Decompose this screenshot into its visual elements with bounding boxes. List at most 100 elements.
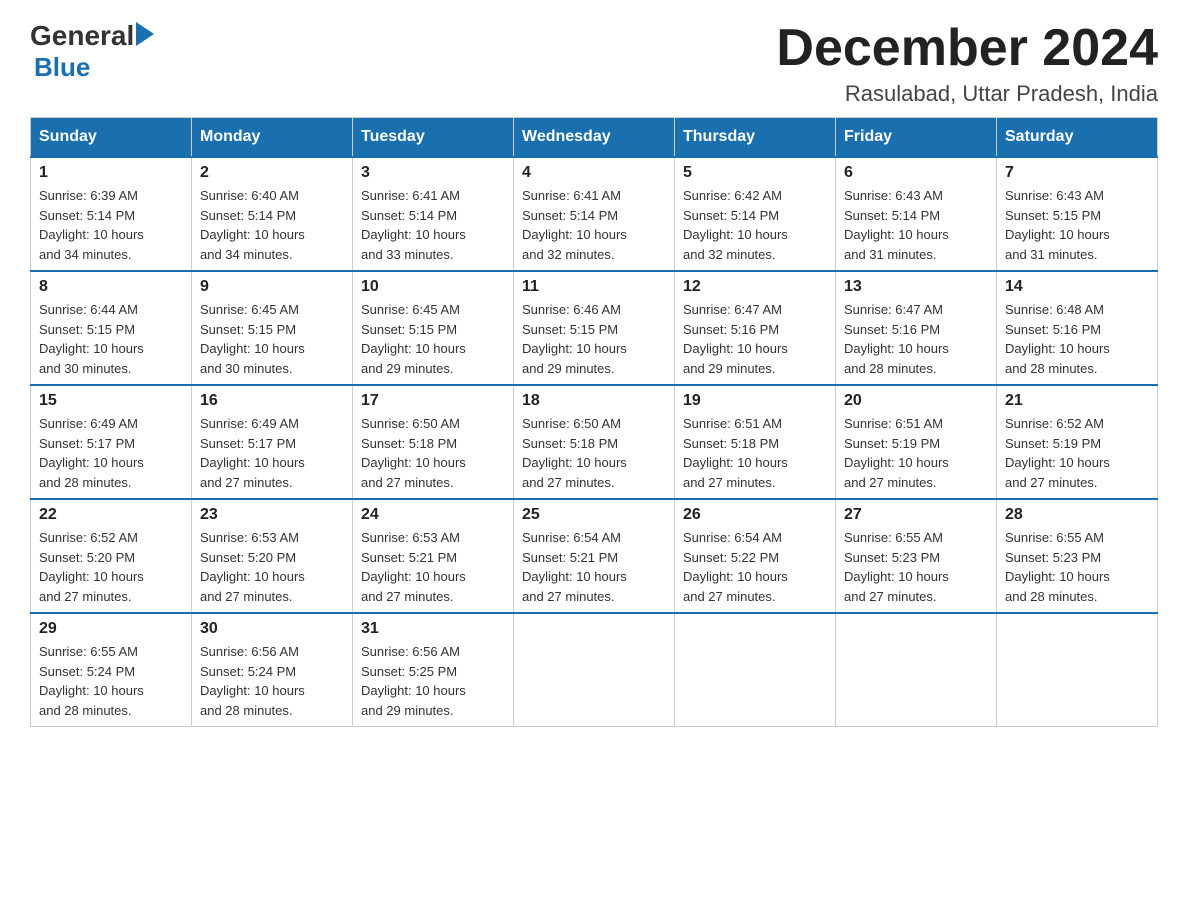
table-row: 2 Sunrise: 6:40 AM Sunset: 5:14 PM Dayli… xyxy=(192,157,353,271)
day-number: 14 xyxy=(1005,278,1149,296)
logo: General Blue xyxy=(30,20,154,83)
day-number: 31 xyxy=(361,620,505,638)
location-text: Rasulabad, Uttar Pradesh, India xyxy=(776,81,1158,107)
col-thursday: Thursday xyxy=(675,118,836,158)
col-monday: Monday xyxy=(192,118,353,158)
table-row: 15 Sunrise: 6:49 AM Sunset: 5:17 PM Dayl… xyxy=(31,385,192,499)
calendar-week-row: 15 Sunrise: 6:49 AM Sunset: 5:17 PM Dayl… xyxy=(31,385,1158,499)
day-info: Sunrise: 6:40 AM Sunset: 5:14 PM Dayligh… xyxy=(200,186,344,264)
day-number: 2 xyxy=(200,164,344,182)
day-number: 17 xyxy=(361,392,505,410)
day-number: 15 xyxy=(39,392,183,410)
calendar-week-row: 8 Sunrise: 6:44 AM Sunset: 5:15 PM Dayli… xyxy=(31,271,1158,385)
table-row: 7 Sunrise: 6:43 AM Sunset: 5:15 PM Dayli… xyxy=(997,157,1158,271)
day-info: Sunrise: 6:54 AM Sunset: 5:22 PM Dayligh… xyxy=(683,528,827,606)
day-number: 30 xyxy=(200,620,344,638)
day-info: Sunrise: 6:53 AM Sunset: 5:21 PM Dayligh… xyxy=(361,528,505,606)
day-number: 29 xyxy=(39,620,183,638)
table-row: 26 Sunrise: 6:54 AM Sunset: 5:22 PM Dayl… xyxy=(675,499,836,613)
table-row xyxy=(997,613,1158,727)
day-number: 13 xyxy=(844,278,988,296)
day-info: Sunrise: 6:54 AM Sunset: 5:21 PM Dayligh… xyxy=(522,528,666,606)
table-row: 20 Sunrise: 6:51 AM Sunset: 5:19 PM Dayl… xyxy=(836,385,997,499)
day-info: Sunrise: 6:55 AM Sunset: 5:23 PM Dayligh… xyxy=(1005,528,1149,606)
day-number: 25 xyxy=(522,506,666,524)
calendar-table: Sunday Monday Tuesday Wednesday Thursday… xyxy=(30,117,1158,727)
table-row: 29 Sunrise: 6:55 AM Sunset: 5:24 PM Dayl… xyxy=(31,613,192,727)
table-row: 30 Sunrise: 6:56 AM Sunset: 5:24 PM Dayl… xyxy=(192,613,353,727)
day-info: Sunrise: 6:43 AM Sunset: 5:14 PM Dayligh… xyxy=(844,186,988,264)
day-number: 18 xyxy=(522,392,666,410)
col-saturday: Saturday xyxy=(997,118,1158,158)
day-info: Sunrise: 6:55 AM Sunset: 5:24 PM Dayligh… xyxy=(39,642,183,720)
day-info: Sunrise: 6:45 AM Sunset: 5:15 PM Dayligh… xyxy=(200,300,344,378)
table-row: 1 Sunrise: 6:39 AM Sunset: 5:14 PM Dayli… xyxy=(31,157,192,271)
table-row xyxy=(836,613,997,727)
day-number: 6 xyxy=(844,164,988,182)
day-info: Sunrise: 6:41 AM Sunset: 5:14 PM Dayligh… xyxy=(522,186,666,264)
day-number: 3 xyxy=(361,164,505,182)
day-number: 23 xyxy=(200,506,344,524)
table-row: 24 Sunrise: 6:53 AM Sunset: 5:21 PM Dayl… xyxy=(353,499,514,613)
day-number: 8 xyxy=(39,278,183,296)
day-info: Sunrise: 6:50 AM Sunset: 5:18 PM Dayligh… xyxy=(361,414,505,492)
table-row: 13 Sunrise: 6:47 AM Sunset: 5:16 PM Dayl… xyxy=(836,271,997,385)
day-info: Sunrise: 6:51 AM Sunset: 5:19 PM Dayligh… xyxy=(844,414,988,492)
day-info: Sunrise: 6:49 AM Sunset: 5:17 PM Dayligh… xyxy=(39,414,183,492)
month-title: December 2024 xyxy=(776,20,1158,77)
table-row: 10 Sunrise: 6:45 AM Sunset: 5:15 PM Dayl… xyxy=(353,271,514,385)
col-sunday: Sunday xyxy=(31,118,192,158)
calendar-week-row: 1 Sunrise: 6:39 AM Sunset: 5:14 PM Dayli… xyxy=(31,157,1158,271)
col-friday: Friday xyxy=(836,118,997,158)
day-info: Sunrise: 6:45 AM Sunset: 5:15 PM Dayligh… xyxy=(361,300,505,378)
day-info: Sunrise: 6:56 AM Sunset: 5:24 PM Dayligh… xyxy=(200,642,344,720)
logo-blue-text: Blue xyxy=(34,52,90,83)
table-row: 6 Sunrise: 6:43 AM Sunset: 5:14 PM Dayli… xyxy=(836,157,997,271)
table-row: 9 Sunrise: 6:45 AM Sunset: 5:15 PM Dayli… xyxy=(192,271,353,385)
day-info: Sunrise: 6:44 AM Sunset: 5:15 PM Dayligh… xyxy=(39,300,183,378)
day-number: 11 xyxy=(522,278,666,296)
table-row: 27 Sunrise: 6:55 AM Sunset: 5:23 PM Dayl… xyxy=(836,499,997,613)
day-info: Sunrise: 6:47 AM Sunset: 5:16 PM Dayligh… xyxy=(683,300,827,378)
day-info: Sunrise: 6:39 AM Sunset: 5:14 PM Dayligh… xyxy=(39,186,183,264)
col-wednesday: Wednesday xyxy=(514,118,675,158)
table-row: 23 Sunrise: 6:53 AM Sunset: 5:20 PM Dayl… xyxy=(192,499,353,613)
day-info: Sunrise: 6:52 AM Sunset: 5:20 PM Dayligh… xyxy=(39,528,183,606)
calendar-header-row: Sunday Monday Tuesday Wednesday Thursday… xyxy=(31,118,1158,158)
day-number: 10 xyxy=(361,278,505,296)
day-info: Sunrise: 6:55 AM Sunset: 5:23 PM Dayligh… xyxy=(844,528,988,606)
table-row: 4 Sunrise: 6:41 AM Sunset: 5:14 PM Dayli… xyxy=(514,157,675,271)
day-info: Sunrise: 6:47 AM Sunset: 5:16 PM Dayligh… xyxy=(844,300,988,378)
day-info: Sunrise: 6:48 AM Sunset: 5:16 PM Dayligh… xyxy=(1005,300,1149,378)
table-row: 8 Sunrise: 6:44 AM Sunset: 5:15 PM Dayli… xyxy=(31,271,192,385)
day-info: Sunrise: 6:42 AM Sunset: 5:14 PM Dayligh… xyxy=(683,186,827,264)
day-number: 4 xyxy=(522,164,666,182)
table-row: 18 Sunrise: 6:50 AM Sunset: 5:18 PM Dayl… xyxy=(514,385,675,499)
day-number: 9 xyxy=(200,278,344,296)
table-row: 5 Sunrise: 6:42 AM Sunset: 5:14 PM Dayli… xyxy=(675,157,836,271)
day-number: 16 xyxy=(200,392,344,410)
day-number: 19 xyxy=(683,392,827,410)
logo-general-text: General xyxy=(30,20,134,52)
col-tuesday: Tuesday xyxy=(353,118,514,158)
day-info: Sunrise: 6:49 AM Sunset: 5:17 PM Dayligh… xyxy=(200,414,344,492)
table-row: 12 Sunrise: 6:47 AM Sunset: 5:16 PM Dayl… xyxy=(675,271,836,385)
calendar-week-row: 29 Sunrise: 6:55 AM Sunset: 5:24 PM Dayl… xyxy=(31,613,1158,727)
day-info: Sunrise: 6:41 AM Sunset: 5:14 PM Dayligh… xyxy=(361,186,505,264)
page-header: General Blue December 2024 Rasulabad, Ut… xyxy=(30,20,1158,107)
day-number: 22 xyxy=(39,506,183,524)
table-row: 3 Sunrise: 6:41 AM Sunset: 5:14 PM Dayli… xyxy=(353,157,514,271)
day-info: Sunrise: 6:50 AM Sunset: 5:18 PM Dayligh… xyxy=(522,414,666,492)
day-number: 7 xyxy=(1005,164,1149,182)
day-info: Sunrise: 6:52 AM Sunset: 5:19 PM Dayligh… xyxy=(1005,414,1149,492)
day-info: Sunrise: 6:56 AM Sunset: 5:25 PM Dayligh… xyxy=(361,642,505,720)
table-row: 14 Sunrise: 6:48 AM Sunset: 5:16 PM Dayl… xyxy=(997,271,1158,385)
day-number: 1 xyxy=(39,164,183,182)
day-info: Sunrise: 6:53 AM Sunset: 5:20 PM Dayligh… xyxy=(200,528,344,606)
table-row: 17 Sunrise: 6:50 AM Sunset: 5:18 PM Dayl… xyxy=(353,385,514,499)
calendar-week-row: 22 Sunrise: 6:52 AM Sunset: 5:20 PM Dayl… xyxy=(31,499,1158,613)
table-row: 28 Sunrise: 6:55 AM Sunset: 5:23 PM Dayl… xyxy=(997,499,1158,613)
table-row xyxy=(514,613,675,727)
day-info: Sunrise: 6:43 AM Sunset: 5:15 PM Dayligh… xyxy=(1005,186,1149,264)
day-number: 21 xyxy=(1005,392,1149,410)
